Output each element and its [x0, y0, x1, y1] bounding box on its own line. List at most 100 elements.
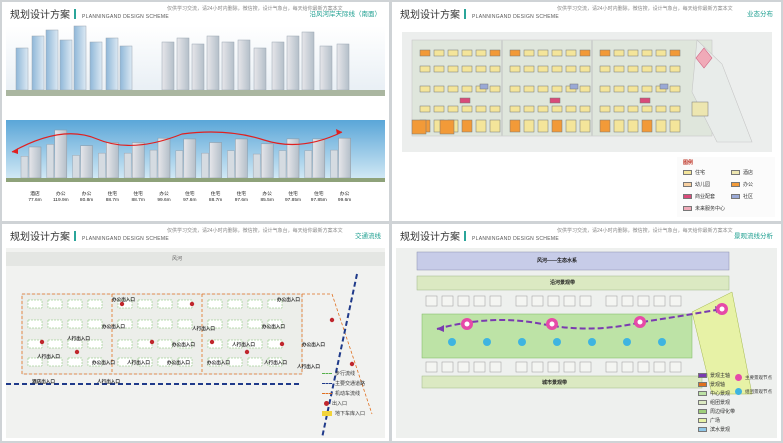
skyline-tower — [319, 45, 333, 91]
legend-item: 步行流线 — [322, 370, 355, 377]
building-block — [613, 85, 625, 93]
building-block — [537, 65, 549, 73]
legend-item: 住宅 — [683, 169, 705, 176]
building-block — [523, 85, 535, 93]
walkway-block — [227, 357, 243, 367]
building-block — [509, 85, 521, 93]
entrance-marker — [244, 349, 250, 355]
ecological-water-band: 风河——生态水系 — [537, 258, 578, 264]
building-block — [599, 119, 611, 133]
river-road-label: 风河 — [172, 256, 183, 262]
building-block — [637, 361, 650, 373]
skyline-tower — [253, 47, 267, 91]
entrance-label: 办公出入口 — [277, 297, 300, 302]
entrance-label: 办公出入口 — [112, 297, 135, 302]
legend-label: 主要景观节点 — [745, 374, 772, 380]
building-block — [509, 65, 521, 73]
entrance-label: 办公出入口 — [302, 342, 325, 347]
entrance-marker — [74, 349, 80, 355]
building-block — [461, 65, 473, 73]
entrance-label: 办公出入口 — [167, 360, 190, 365]
building-block — [563, 361, 576, 373]
building-height: 99.6m — [157, 198, 171, 203]
building-block — [669, 65, 681, 73]
building-height: 85.5m — [260, 198, 274, 203]
building-block — [599, 65, 611, 73]
building-block — [669, 85, 681, 93]
commercial-block — [549, 97, 561, 104]
skyline-tower — [286, 35, 300, 91]
entrance-label: 人行出入口 — [67, 336, 90, 341]
legend-swatch — [731, 194, 740, 199]
building-caption: 住宅 97.6m — [229, 192, 253, 204]
walkway-block — [87, 339, 103, 349]
legend-swatch — [683, 170, 692, 175]
skyline-tower — [105, 37, 119, 91]
skyline-building — [157, 137, 171, 179]
building-block — [605, 295, 618, 307]
legend-swatch — [683, 182, 692, 187]
building-block — [447, 65, 459, 73]
building-block — [621, 361, 634, 373]
skyline-building — [98, 152, 106, 179]
legend-label: 中心景观 — [710, 391, 731, 397]
legend-label: 社区 — [743, 194, 754, 200]
legend-item: 社区 — [731, 193, 753, 200]
legend-box: 图例 住宅 酒店 幼儿园 办公 商业配套 社区 未来服务中心 — [677, 157, 775, 217]
skyline-tower — [45, 29, 59, 91]
legend-swatch — [731, 182, 740, 187]
main-landscape-node-core — [464, 321, 470, 327]
building-block — [551, 49, 563, 57]
building-block — [579, 85, 591, 93]
legend-item: 主要景观节点 — [735, 374, 772, 381]
building-block — [473, 295, 486, 307]
legend-label: 住宅 — [695, 170, 706, 176]
legend-label: 出入口 — [332, 401, 348, 407]
building-block — [457, 361, 470, 373]
entrance-label: 人行出入口 — [127, 360, 150, 365]
building-block — [489, 65, 501, 73]
walkway-block — [137, 339, 153, 349]
building-height: 97.85m — [310, 198, 327, 203]
building-block — [551, 105, 563, 113]
building-block — [457, 295, 470, 307]
legend-label: 步行流线 — [335, 371, 356, 377]
building-block — [433, 65, 445, 73]
walkway-block — [227, 319, 243, 329]
building-height: 97.85m — [285, 198, 301, 203]
building-block — [515, 361, 528, 373]
legend-swatch — [698, 418, 707, 423]
building-block — [565, 105, 577, 113]
entrance-marker — [209, 339, 215, 345]
building-block — [447, 85, 459, 93]
building-block — [441, 295, 454, 307]
building-block — [425, 361, 438, 373]
building-block — [627, 119, 639, 133]
building-height: 80.8m — [79, 198, 94, 203]
walkway-block — [227, 299, 243, 309]
building-block — [655, 49, 667, 57]
skyline-tower — [191, 43, 205, 91]
legend-label: 滨水景观 — [710, 427, 731, 433]
entrance-marker — [39, 339, 45, 345]
legend-swatch — [698, 400, 707, 405]
skyline-building — [338, 137, 351, 179]
skyline-tower — [336, 43, 350, 91]
community-block — [659, 83, 669, 90]
building-caption: 办公 80.8m — [75, 192, 99, 204]
building-block — [475, 105, 487, 113]
building-caption: 办公 99.6m — [333, 192, 357, 204]
building-block — [565, 65, 577, 73]
building-block — [579, 361, 592, 373]
walkway-block — [247, 319, 263, 329]
building-block — [637, 295, 650, 307]
legend-swatch — [698, 373, 707, 378]
legend-swatch — [698, 382, 707, 387]
skyline-building — [28, 146, 42, 179]
building-height: 97.6m — [183, 198, 197, 203]
traffic-panel: 规划设计方案 PLANNINGAND DESIGN SCHEME 仅供学习交流，请… — [2, 224, 389, 441]
legend-label: 周边绿化带 — [710, 409, 736, 415]
building-block — [579, 105, 591, 113]
building-block — [537, 85, 549, 93]
group-landscape-node — [518, 338, 526, 346]
